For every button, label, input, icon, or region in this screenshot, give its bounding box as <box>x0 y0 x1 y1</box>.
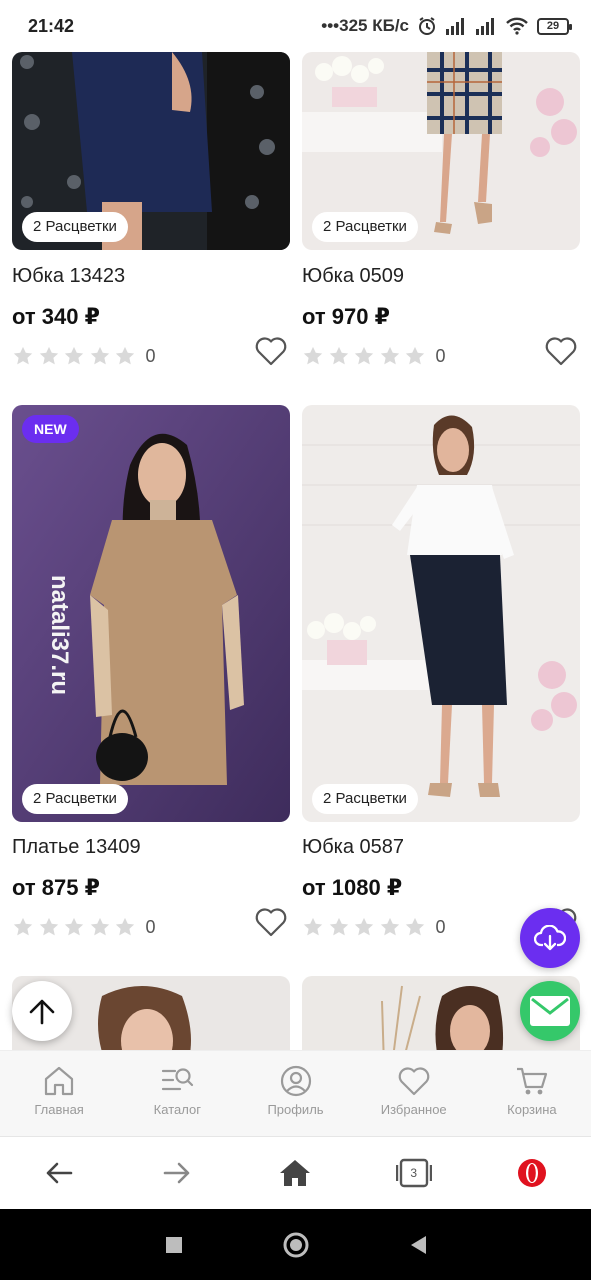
catalog-search-icon <box>162 1068 194 1091</box>
contact-mail-button[interactable] <box>520 981 580 1041</box>
product-image[interactable]: 2 Расцветки <box>302 405 580 822</box>
product-price: от 875 ₽ <box>12 875 100 900</box>
star-icon <box>13 917 33 936</box>
rating-count: 0 <box>145 916 156 937</box>
nav-label: Каталог <box>153 1102 201 1117</box>
product-rating: 0 <box>302 915 446 939</box>
favorite-heart-icon[interactable] <box>254 335 288 367</box>
cloud-download-icon <box>534 925 566 951</box>
star-icon <box>39 346 58 365</box>
favorite-heart-icon[interactable] <box>254 906 288 938</box>
download-app-button[interactable] <box>520 908 580 968</box>
star-icon <box>115 346 135 365</box>
product-title[interactable]: Юбка 0509 <box>302 265 404 288</box>
product-rating: 0 <box>12 344 156 368</box>
product-price: от 340 ₽ <box>12 304 100 329</box>
star-icon <box>115 917 135 936</box>
opera-menu-button[interactable] <box>502 1143 562 1203</box>
nav-item-cart[interactable]: Корзина <box>473 1051 591 1136</box>
product-image[interactable]: 2 Расцветки <box>12 52 290 250</box>
star-icon <box>380 917 399 936</box>
heart-icon <box>398 1067 430 1096</box>
favorite-heart-icon[interactable] <box>544 335 578 367</box>
star-icon <box>90 346 109 365</box>
product-price: от 1080 ₽ <box>302 875 403 900</box>
signal-icon <box>476 18 494 35</box>
status-bar: 21:42 •••325 КБ/с 29 <box>0 0 591 52</box>
star-icon <box>303 917 323 936</box>
product-image[interactable]: 2 Расцветки <box>302 52 580 250</box>
rating-count: 0 <box>145 345 156 366</box>
browser-back-button[interactable] <box>29 1143 89 1203</box>
system-nav-bar <box>0 1209 591 1280</box>
browser-forward-button[interactable] <box>147 1143 207 1203</box>
star-icon <box>405 917 425 936</box>
forward-arrow-icon <box>163 1162 190 1184</box>
product-price: от 970 ₽ <box>302 304 390 329</box>
nav-item-home[interactable]: Главная <box>0 1051 118 1136</box>
nav-item-profile[interactable]: Профиль <box>236 1051 354 1136</box>
nav-item-favorites[interactable]: Избранное <box>355 1051 473 1136</box>
product-title[interactable]: Юбка 13423 <box>12 265 125 288</box>
star-icon <box>13 346 33 365</box>
star-icon <box>90 917 109 936</box>
dots-icon: ••• <box>321 16 340 35</box>
status-time: 21:42 <box>28 15 75 36</box>
rating-count: 0 <box>435 345 446 366</box>
new-badge: NEW <box>22 415 79 443</box>
browser-tabs-button[interactable]: 3 <box>384 1143 444 1203</box>
product-grid: 2 Расцветки Юбка 13423 от 340 ₽ 0 2 Расц… <box>0 52 591 1050</box>
product-rating: 0 <box>302 344 446 368</box>
product-title[interactable]: Платье 13409 <box>12 836 141 859</box>
back-arrow-icon <box>46 1162 73 1184</box>
star-icon <box>354 346 374 365</box>
colors-badge: 2 Расцветки <box>312 212 418 242</box>
rating-count: 0 <box>435 916 446 937</box>
star-icon <box>64 346 84 365</box>
star-icon <box>329 917 348 936</box>
star-icon <box>405 346 425 365</box>
colors-badge: 2 Расцветки <box>312 784 418 814</box>
nav-item-catalog[interactable]: Каталог <box>118 1051 236 1136</box>
wifi-icon <box>506 17 528 35</box>
recents-square-icon[interactable] <box>164 1235 184 1255</box>
network-speed: •••325 КБ/с <box>321 16 409 35</box>
nav-label: Избранное <box>380 1102 447 1117</box>
star-icon <box>64 917 84 936</box>
product-image[interactable]: natali37.ru NEW 2 Расцветки <box>12 405 290 822</box>
tabs-count: 3 <box>410 1166 417 1180</box>
home-icon <box>280 1160 311 1186</box>
colors-badge: 2 Расцветки <box>22 212 128 242</box>
browser-toolbar: 3 <box>0 1136 591 1209</box>
signal-icon <box>446 18 464 35</box>
profile-icon <box>280 1065 311 1097</box>
star-icon <box>354 917 374 936</box>
alarm-icon <box>419 17 435 35</box>
battery-icon: 29 <box>537 17 572 35</box>
home-circle-icon[interactable] <box>282 1231 310 1259</box>
star-icon <box>329 346 348 365</box>
cart-icon <box>516 1067 548 1095</box>
app-bottom-nav: Главная Каталог Профиль Избранное Корзин… <box>0 1050 591 1136</box>
product-rating: 0 <box>12 915 156 939</box>
back-triangle-icon[interactable] <box>408 1234 428 1256</box>
browser-home-button[interactable] <box>265 1143 325 1203</box>
star-icon <box>380 346 399 365</box>
svg-text:natali37.ru: natali37.ru <box>46 575 73 695</box>
mail-icon <box>530 996 570 1026</box>
star-icon <box>303 346 323 365</box>
status-icons: •••325 КБ/с 29 <box>321 16 572 36</box>
opera-icon <box>517 1159 546 1187</box>
nav-label: Профиль <box>267 1102 324 1117</box>
product-title[interactable]: Юбка 0587 <box>302 836 404 859</box>
arrow-up-icon <box>29 999 55 1025</box>
nav-label: Главная <box>34 1102 84 1117</box>
home-icon <box>44 1066 74 1096</box>
tabs-icon: 3 <box>395 1158 432 1188</box>
colors-badge: 2 Расцветки <box>22 784 128 814</box>
star-icon <box>39 917 58 936</box>
nav-label: Корзина <box>507 1102 557 1117</box>
scroll-to-top-button[interactable] <box>12 981 72 1041</box>
